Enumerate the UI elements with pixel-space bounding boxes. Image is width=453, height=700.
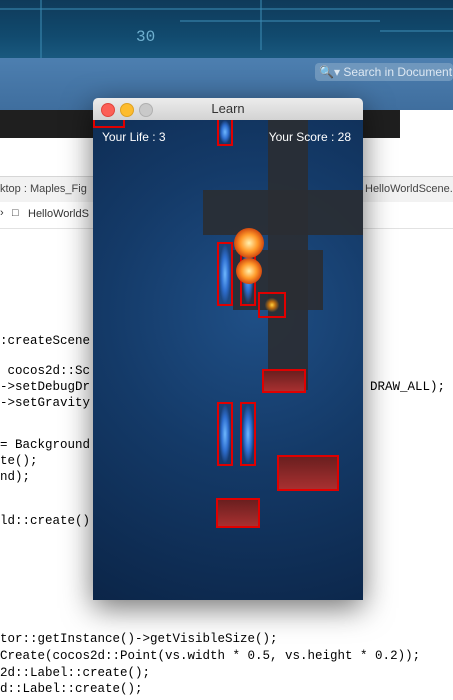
window-titlebar[interactable]: Learn <box>93 98 363 121</box>
hitbox <box>93 120 125 128</box>
score-label: Your Score : 28 <box>268 130 351 144</box>
code-line: 2d::Label::create(); <box>0 666 151 680</box>
chevron-right-icon[interactable]: › <box>0 207 4 219</box>
search-placeholder: Search in Document <box>343 65 453 79</box>
code-line: DRAW_ALL); <box>370 380 446 394</box>
explosion <box>236 258 262 284</box>
enemy-ship <box>262 369 306 393</box>
code-line: te(); <box>0 454 38 468</box>
space-station-arm <box>203 190 363 235</box>
jump-bar-item[interactable]: HelloWorldS <box>28 208 89 220</box>
code-line: Create(cocos2d::Point(vs.width * 0.5, vs… <box>0 649 421 663</box>
life-label: Your Life : 3 <box>102 130 166 144</box>
enemy-ship-large <box>277 455 339 491</box>
search-field[interactable]: 🔍▾ Search in Document <box>315 63 453 81</box>
file-tab[interactable]: HelloWorldScene.cpp <box>365 183 453 195</box>
code-line: nd); <box>0 470 31 484</box>
laser-bullet <box>217 402 233 466</box>
code-line: :createScene <box>0 334 91 348</box>
code-line: ->setGravity <box>0 396 91 410</box>
laser-bullet <box>240 402 256 466</box>
code-line: tor::getInstance()->getVisibleSize(); <box>0 632 278 646</box>
game-canvas[interactable]: Your Life : 3 Your Score : 28 <box>93 120 363 600</box>
desktop-wallpaper: 30 <box>0 0 453 60</box>
minimize-button[interactable] <box>120 103 134 117</box>
code-line: ld::create() <box>0 514 91 528</box>
laser-bullet <box>217 120 233 146</box>
code-line: cocos2d::Sc <box>0 364 91 378</box>
explosion <box>234 228 264 258</box>
path-text[interactable]: ktop : Maples_Fig <box>0 183 87 195</box>
wallpaper-number: 30 <box>136 28 156 46</box>
zoom-button[interactable] <box>139 103 153 117</box>
close-button[interactable] <box>101 103 115 117</box>
code-line: = Background <box>0 438 91 452</box>
code-line: ->setDebugDr <box>0 380 91 394</box>
search-icon: 🔍▾ <box>319 65 344 79</box>
player-ship[interactable] <box>216 498 260 528</box>
laser-bullet <box>217 242 233 306</box>
window-title: Learn <box>211 101 245 116</box>
enemy-small <box>258 292 286 318</box>
file-icon: □ <box>12 207 19 219</box>
code-line: d::Label::create(); <box>0 682 143 696</box>
game-window[interactable]: Learn Your Life : 3 Your Score : 28 <box>93 98 363 600</box>
